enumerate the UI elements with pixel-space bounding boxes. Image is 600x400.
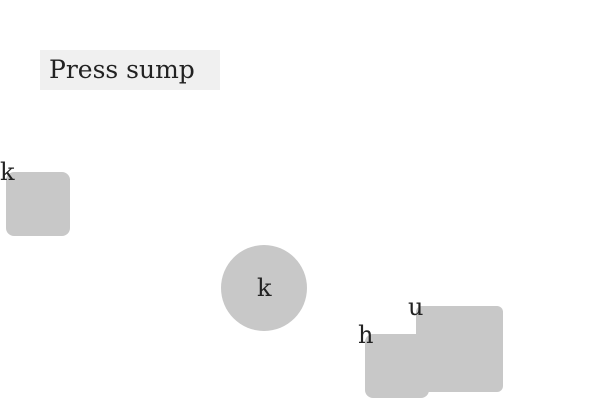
circle-k-label: k — [257, 274, 272, 302]
rounded-square-u-label: u — [408, 293, 424, 321]
rounded-square-k-label: k — [0, 158, 15, 186]
rounded-square-h-label: h — [358, 321, 374, 349]
rounded-square-u[interactable] — [416, 306, 503, 392]
rounded-square-h[interactable] — [365, 334, 429, 398]
rounded-square-k[interactable] — [6, 172, 70, 236]
instruction-banner: Press sump — [40, 50, 220, 90]
